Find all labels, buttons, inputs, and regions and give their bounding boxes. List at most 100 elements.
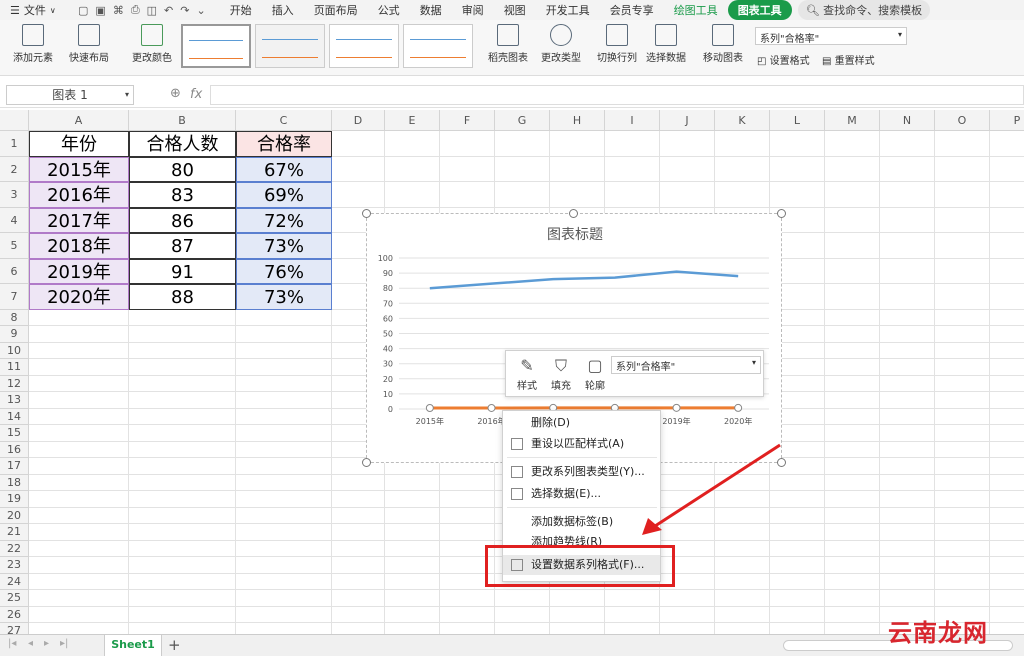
table-cell[interactable]: 2016年 (29, 182, 129, 208)
table-cell[interactable]: 76% (236, 258, 332, 284)
column-header[interactable]: C (236, 110, 332, 131)
column-header[interactable]: M (825, 110, 880, 131)
float-series-select[interactable]: 系列"合格率" ▾ (611, 356, 761, 374)
row-header[interactable]: 19 (0, 491, 29, 508)
select-data-button[interactable]: 选择数据 (643, 24, 689, 64)
table-cell[interactable]: 88 (129, 284, 236, 310)
resize-handle-tr[interactable] (777, 209, 786, 218)
tab-view[interactable]: 视图 (494, 2, 536, 18)
table-cell[interactable]: 73% (236, 284, 332, 310)
change-color-button[interactable]: 更改颜色 (127, 24, 177, 64)
chart-style-3[interactable] (329, 24, 399, 68)
chart-style-4[interactable] (403, 24, 473, 68)
column-header[interactable]: H (550, 110, 605, 131)
row-header[interactable]: 14 (0, 408, 29, 425)
row-header[interactable]: 2 (0, 156, 29, 182)
row-header[interactable]: 11 (0, 359, 29, 376)
table-cell[interactable]: 83 (129, 182, 236, 208)
column-header[interactable]: A (29, 110, 129, 131)
row-header[interactable]: 8 (0, 309, 29, 326)
resize-handle-tc[interactable] (569, 209, 578, 218)
column-header[interactable]: D (332, 110, 385, 131)
fill-button[interactable]: ⛉ 填充 (544, 355, 578, 392)
tab-insert[interactable]: 插入 (262, 2, 304, 18)
table-cell[interactable]: 2018年 (29, 233, 129, 259)
select-all-corner[interactable] (0, 110, 29, 131)
move-chart-button[interactable]: 移动图表 (700, 24, 746, 64)
column-header[interactable]: B (129, 110, 236, 131)
table-cell[interactable]: 67% (236, 156, 332, 182)
outline-button[interactable]: ▢ 轮廓 (578, 355, 612, 392)
row-header[interactable]: 22 (0, 540, 29, 557)
column-header[interactable]: O (935, 110, 990, 131)
tab-home[interactable]: 开始 (220, 2, 262, 18)
chart-style-2[interactable] (255, 24, 325, 68)
table-cell[interactable]: 2017年 (29, 207, 129, 233)
table-cell[interactable]: 91 (129, 258, 236, 284)
row-header[interactable]: 17 (0, 458, 29, 475)
table-cell[interactable]: 73% (236, 233, 332, 259)
name-box[interactable]: 图表 1 ▾ (6, 85, 134, 105)
column-header[interactable]: N (880, 110, 935, 131)
column-header[interactable]: J (660, 110, 715, 131)
command-search[interactable]: 🔍︎ 查找命令、搜索模板 (797, 0, 931, 20)
row-header[interactable]: 3 (0, 182, 29, 208)
switch-row-col-button[interactable]: 切换行列 (595, 24, 639, 64)
set-format-button[interactable]: ◰ 设置格式 (757, 52, 810, 67)
row-header[interactable]: 21 (0, 524, 29, 541)
formula-input[interactable] (210, 85, 1024, 105)
style-button[interactable]: ✎ 样式 (510, 355, 544, 392)
zoom-icon[interactable]: ⊕ (170, 86, 181, 101)
print-icon[interactable]: ⎙ (131, 3, 140, 17)
tab-member[interactable]: 会员专享 (600, 2, 664, 18)
row-header[interactable]: 27 (0, 623, 29, 634)
row-header[interactable]: 25 (0, 590, 29, 607)
column-header[interactable]: F (440, 110, 495, 131)
row-header[interactable]: 20 (0, 507, 29, 524)
quick-layout-button[interactable]: 快速布局 (64, 24, 114, 64)
row-header[interactable]: 4 (0, 207, 29, 233)
undo-icon[interactable]: ↶ (164, 4, 173, 17)
more-icon[interactable]: ⌄ (196, 4, 205, 17)
row-header[interactable]: 13 (0, 392, 29, 409)
change-type-button[interactable]: 更改类型 (538, 24, 584, 64)
table-cell[interactable]: 86 (129, 207, 236, 233)
add-sheet-icon[interactable]: + (168, 635, 181, 655)
column-header[interactable]: P (990, 110, 1024, 131)
table-cell[interactable]: 72% (236, 207, 332, 233)
tab-page-layout[interactable]: 页面布局 (304, 2, 368, 18)
table-cell[interactable]: 2015年 (29, 156, 129, 182)
fx-icon[interactable]: fx (190, 87, 202, 102)
nav-last-icon[interactable]: ▸| (60, 638, 68, 649)
table-header-cell[interactable]: 合格人数 (129, 131, 236, 157)
row-header[interactable]: 18 (0, 474, 29, 491)
column-header[interactable]: L (770, 110, 825, 131)
redo-icon[interactable]: ↷ (180, 4, 189, 17)
print-preview-icon[interactable]: ◫ (147, 4, 157, 17)
row-header[interactable]: 12 (0, 375, 29, 392)
nav-next-icon[interactable]: ▸ (44, 638, 49, 649)
resize-handle-tl[interactable] (362, 209, 371, 218)
file-menu[interactable]: ☰ 文件 ∨ (0, 2, 72, 18)
row-header[interactable]: 26 (0, 606, 29, 623)
sheet-tab[interactable]: Sheet1 (104, 635, 162, 656)
table-header-cell[interactable]: 合格率 (236, 131, 332, 157)
column-header[interactable]: K (715, 110, 770, 131)
row-header[interactable]: 1 (0, 131, 29, 157)
tab-drawing-tools[interactable]: 绘图工具 (664, 2, 728, 18)
table-cell[interactable]: 2020年 (29, 284, 129, 310)
column-header[interactable]: G (495, 110, 550, 131)
resize-handle-bl[interactable] (362, 458, 371, 467)
row-header[interactable]: 9 (0, 326, 29, 343)
chart-style-1[interactable] (181, 24, 251, 68)
row-header[interactable]: 24 (0, 573, 29, 590)
tab-review[interactable]: 审阅 (452, 2, 494, 18)
table-cell[interactable]: 87 (129, 233, 236, 259)
row-header[interactable]: 5 (0, 233, 29, 259)
column-header[interactable]: I (605, 110, 660, 131)
tab-developer[interactable]: 开发工具 (536, 2, 600, 18)
ribbon-series-select[interactable]: 系列"合格率" ▾ (755, 27, 907, 45)
table-cell[interactable]: 69% (236, 182, 332, 208)
row-header[interactable]: 10 (0, 342, 29, 359)
format-painter-icon[interactable]: ⌘ (113, 4, 124, 17)
